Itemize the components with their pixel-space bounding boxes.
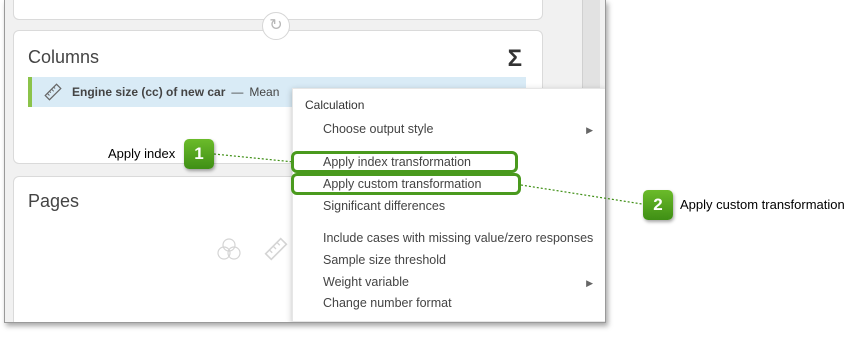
callout-label-2: Apply custom transformation xyxy=(680,197,845,212)
callout-badge-2: 2 xyxy=(643,190,673,220)
callout-label-1: Apply index xyxy=(108,146,176,161)
callout-connectors xyxy=(213,153,643,205)
callout-badge-1: 1 xyxy=(184,139,214,169)
